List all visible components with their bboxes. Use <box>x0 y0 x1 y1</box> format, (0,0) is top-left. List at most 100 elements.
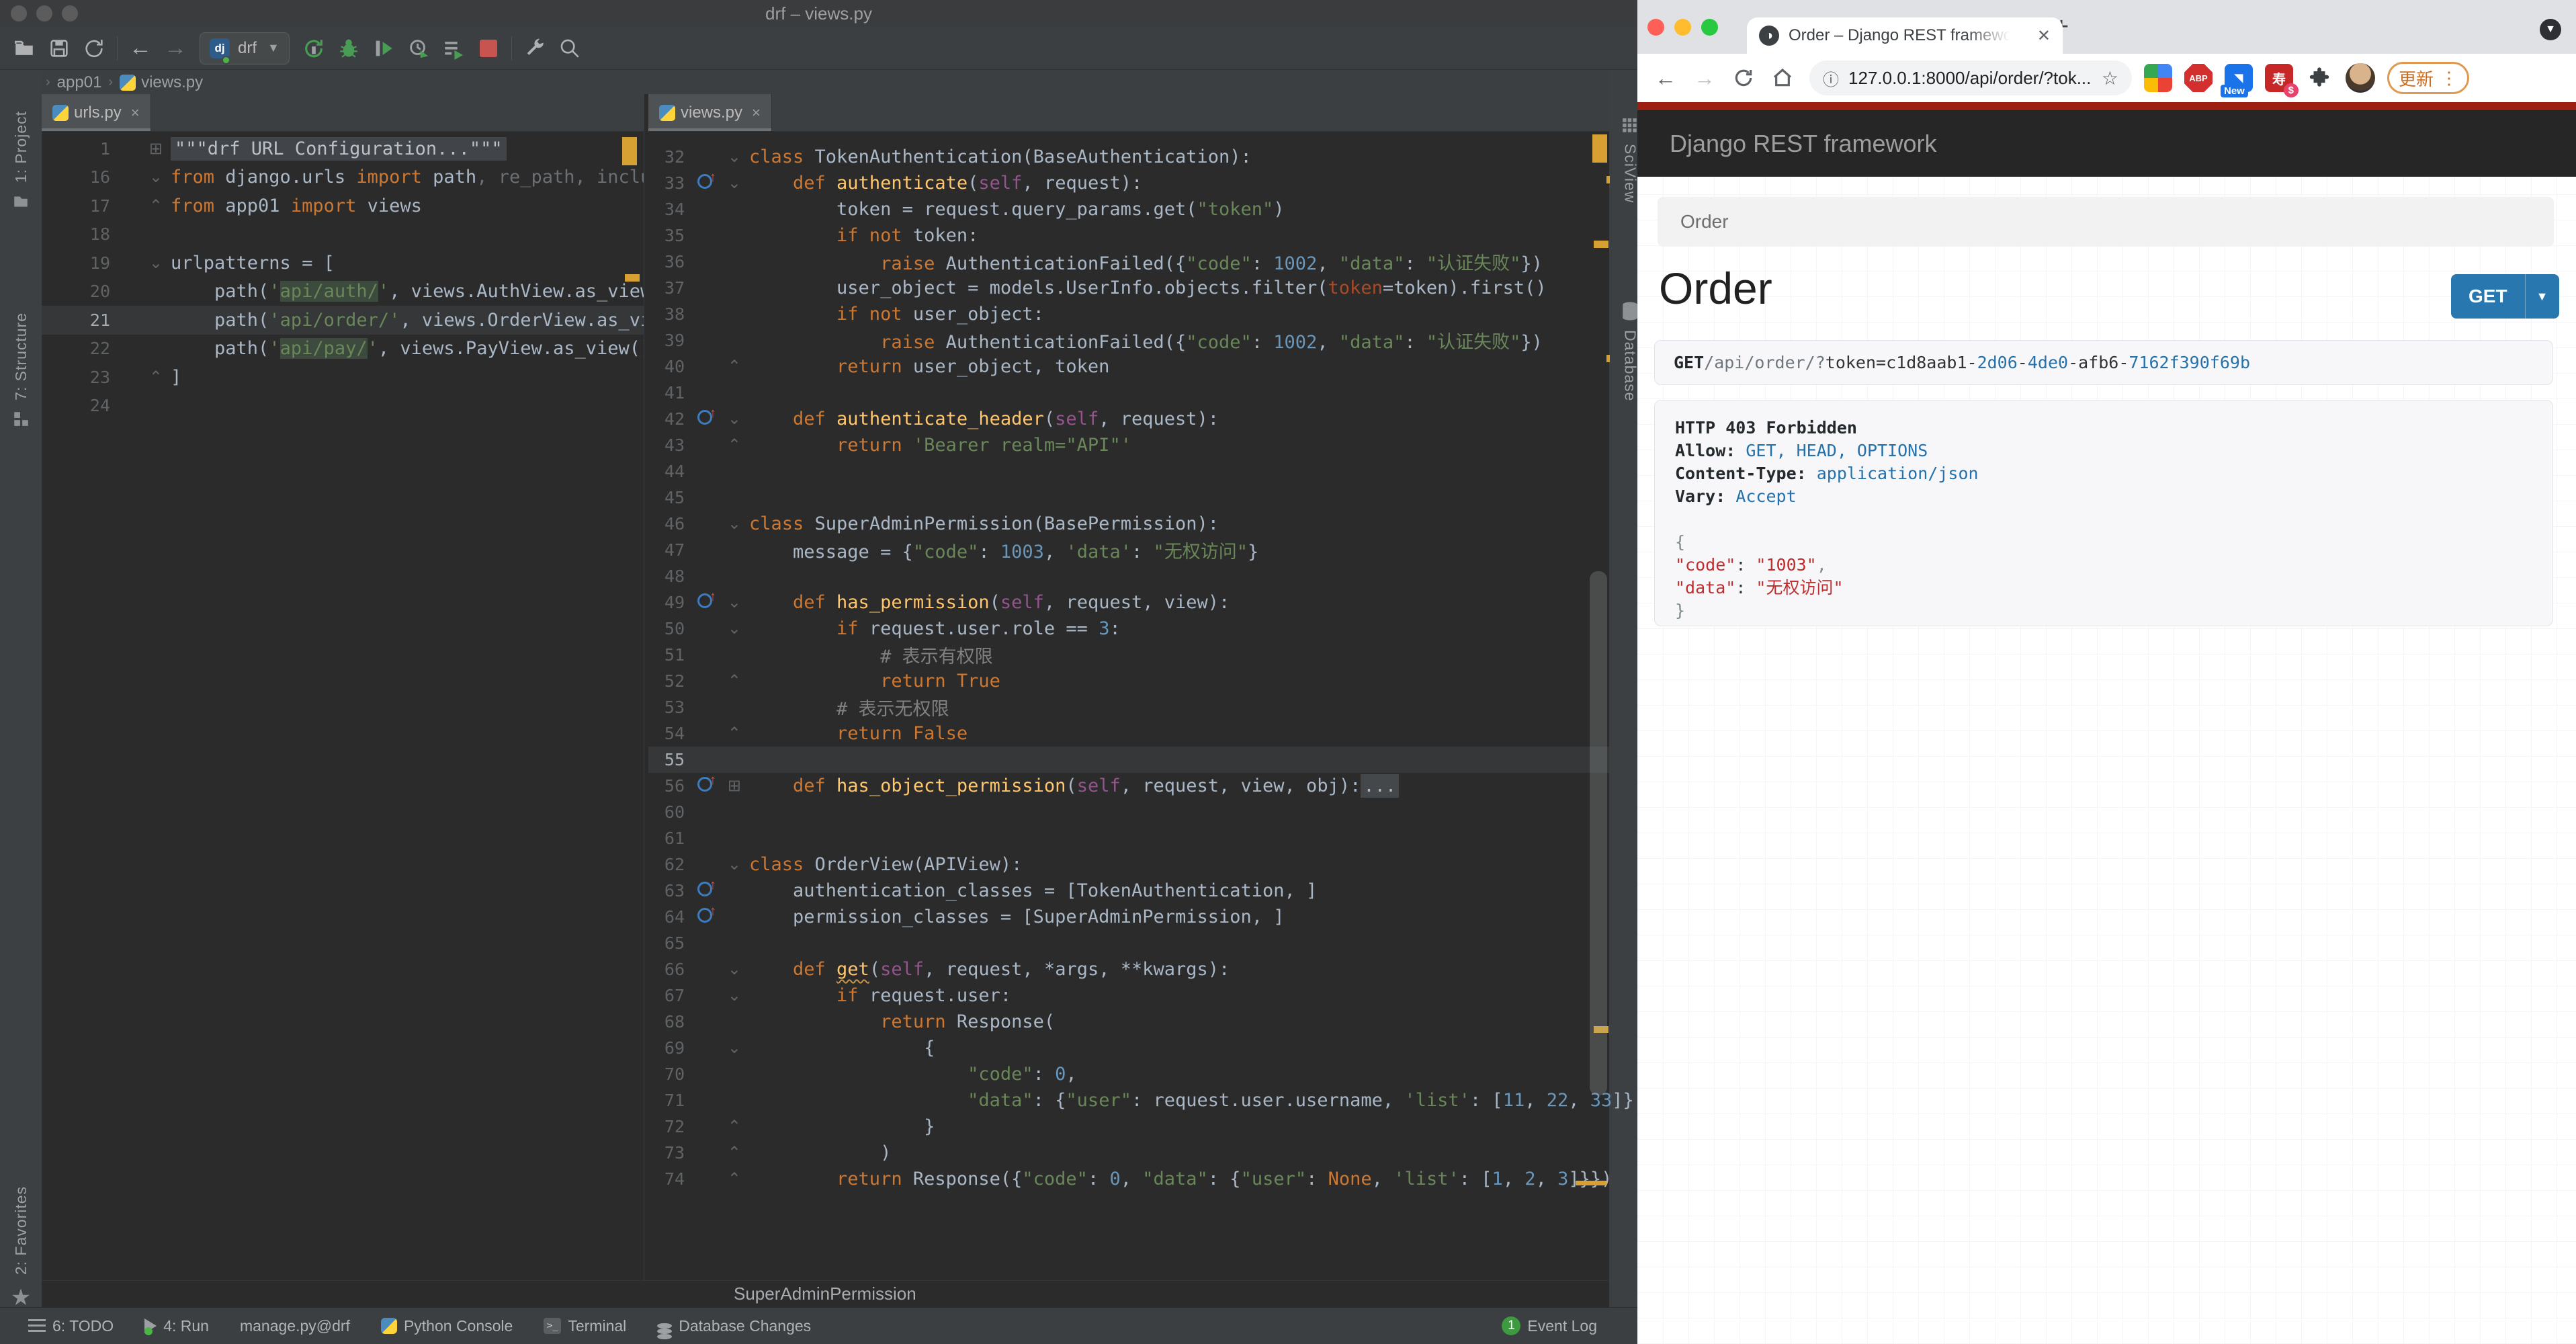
gutter[interactable]: 41 <box>648 380 749 406</box>
drf-breadcrumb-label[interactable]: Order <box>1680 211 1729 233</box>
editor-scrollbar[interactable] <box>1590 571 1607 1095</box>
tool-window-favorites[interactable]: 2: Favorites ★ <box>0 1186 42 1320</box>
fold-chev-icon[interactable]: ⌄ <box>720 147 749 167</box>
code-line-66[interactable]: 66⌄ def get(self, request, *args, **kwar… <box>648 956 1609 982</box>
fold-chev-icon[interactable]: ⌄ <box>116 167 171 187</box>
code-line-24[interactable]: 24 <box>42 392 644 421</box>
fold-chev-icon[interactable]: ⌄ <box>720 855 749 874</box>
code-line-17[interactable]: 17⌃from app01 import views <box>42 192 644 220</box>
override-method-icon[interactable]: ↑ <box>690 882 720 900</box>
gutter[interactable]: 36 <box>648 249 749 275</box>
extension-icon-bookmark[interactable]: ◥New <box>2225 64 2253 92</box>
code-line-60[interactable]: 60 <box>648 799 1609 825</box>
code-line-23[interactable]: 23⌃] <box>42 363 644 392</box>
code-text[interactable]: ] <box>171 367 181 388</box>
gutter[interactable]: 61 <box>648 825 749 851</box>
breadcrumb-class[interactable]: SuperAdminPermission <box>734 1284 916 1304</box>
code-line-32[interactable]: 32⌄class TokenAuthentication(BaseAuthent… <box>648 144 1609 170</box>
code-line-35[interactable]: 35 if not token: <box>648 222 1609 249</box>
gutter[interactable]: 17⌃ <box>42 192 171 220</box>
gutter[interactable]: 22 <box>42 335 171 364</box>
code-text[interactable]: return True <box>749 671 1000 691</box>
gutter[interactable]: 51 <box>648 642 749 668</box>
statusbar-event-log[interactable]: 1Event Log <box>1502 1316 1597 1335</box>
gutter[interactable]: 18 <box>42 220 171 249</box>
menu-dots-icon[interactable]: ⋮ <box>2440 68 2458 89</box>
bookmark-star-icon[interactable]: ☆ <box>2102 67 2118 89</box>
gutter[interactable]: 74⌃ <box>648 1166 749 1192</box>
code-line-44[interactable]: 44 <box>648 458 1609 485</box>
code-line-61[interactable]: 61 <box>648 825 1609 851</box>
code-line-50[interactable]: 50⌄ if request.user.role == 3: <box>648 616 1609 642</box>
fold-chev-icon[interactable]: ⌄ <box>720 514 749 534</box>
code-text[interactable]: if not user_object: <box>749 304 1044 325</box>
sync-icon[interactable] <box>77 32 112 65</box>
code-line-43[interactable]: 43⌃ return 'Bearer realm="API"' <box>648 432 1609 458</box>
extensions-puzzle-icon[interactable] <box>2305 64 2333 92</box>
gutter[interactable]: 1⊞ <box>42 134 171 163</box>
debug-icon[interactable] <box>331 32 366 65</box>
code-line-33[interactable]: 33↑⌄ def authenticate(self, request): <box>648 170 1609 196</box>
code-text[interactable]: from app01 import views <box>171 196 422 216</box>
override-method-icon[interactable]: ↑ <box>690 410 720 428</box>
code-text[interactable]: path('api/pay/', views.PayView.as_view()… <box>171 338 673 359</box>
run-configuration-select[interactable]: djdrf▼ <box>200 32 290 65</box>
fold-chev-icon[interactable]: ⌄ <box>720 619 749 638</box>
code-line-74[interactable]: 74⌃ return Response({"code": 0, "data": … <box>648 1166 1609 1192</box>
code-line-46[interactable]: 46⌄class SuperAdminPermission(BasePermis… <box>648 511 1609 537</box>
gutter[interactable]: 44 <box>648 458 749 485</box>
gutter[interactable]: 33↑⌄ <box>648 170 749 196</box>
extension-icon-coupon[interactable]: 寿$ <box>2265 64 2293 92</box>
extension-icon-translate[interactable] <box>2144 64 2172 92</box>
gutter[interactable]: 16⌄ <box>42 163 171 192</box>
tool-window-project[interactable]: 1: Project <box>0 111 42 219</box>
fold-plus-icon[interactable]: ⊞ <box>116 139 171 159</box>
code-text[interactable]: def authenticate_header(self, request): <box>749 409 1219 429</box>
code-text[interactable]: # 表示无权限 <box>749 694 949 720</box>
code-text[interactable]: class SuperAdminPermission(BasePermissio… <box>749 513 1219 534</box>
fold-end-icon[interactable]: ⌃ <box>720 671 749 691</box>
code-line-68[interactable]: 68 return Response( <box>648 1009 1609 1035</box>
fold-chev-icon[interactable]: ⌄ <box>720 593 749 612</box>
open-folder-icon[interactable] <box>7 32 42 65</box>
reload-button[interactable] <box>1733 67 1754 89</box>
code-line-47[interactable]: 47 message = {"code": 1003, 'data': "无权访… <box>648 537 1609 563</box>
code-text[interactable]: raise AuthenticationFailed({"code": 1002… <box>749 327 1543 353</box>
back-button[interactable]: ← <box>1655 66 1676 91</box>
url-text[interactable]: 127.0.0.1:8000/api/order/?tok... <box>1848 68 2091 89</box>
gutter[interactable]: 23⌃ <box>42 363 171 392</box>
override-method-icon[interactable]: ↑ <box>690 777 720 795</box>
code-line-52[interactable]: 52⌃ return True <box>648 668 1609 694</box>
drf-brand[interactable]: Django REST framework <box>1670 130 1936 158</box>
code-line-49[interactable]: 49↑⌄ def has_permission(self, request, v… <box>648 589 1609 616</box>
code-line-73[interactable]: 73⌃ ) <box>648 1140 1609 1166</box>
code-line-62[interactable]: 62⌄class OrderView(APIView): <box>648 851 1609 878</box>
gutter[interactable]: 53 <box>648 694 749 720</box>
statusbar-terminal[interactable]: >_Terminal <box>544 1317 626 1335</box>
tab-views-py[interactable]: views.py × <box>648 94 772 131</box>
stop-icon[interactable] <box>471 32 506 65</box>
code-text[interactable]: """drf URL Configuration...""" <box>171 138 507 159</box>
gutter[interactable]: 71 <box>648 1087 749 1114</box>
fold-chev-icon[interactable]: ⌄ <box>116 253 171 273</box>
gutter[interactable]: 43⌃ <box>648 432 749 458</box>
save-all-icon[interactable] <box>42 32 77 65</box>
gutter[interactable]: 49↑⌄ <box>648 589 749 616</box>
search-icon[interactable] <box>552 32 587 65</box>
code-text[interactable]: def has_permission(self, request, view): <box>749 592 1230 613</box>
code-text[interactable]: message = {"code": 1003, 'data': "无权访问"} <box>749 537 1258 563</box>
code-line-63[interactable]: 63↑ authentication_classes = [TokenAuthe… <box>648 878 1609 904</box>
site-info-icon[interactable]: ⓘ <box>1823 67 1839 90</box>
back-icon[interactable]: ← <box>123 32 158 65</box>
drf-breadcrumb[interactable]: Order <box>1658 197 2554 247</box>
warning-stripe-square[interactable] <box>1592 134 1607 163</box>
gutter[interactable]: 62⌄ <box>648 851 749 878</box>
code-line-41[interactable]: 41 <box>648 380 1609 406</box>
code-text[interactable]: "code": 0, <box>749 1064 1077 1085</box>
fold-end-icon[interactable]: ⌃ <box>116 368 171 387</box>
gutter[interactable]: 48 <box>648 563 749 589</box>
code-text[interactable]: if request.user: <box>749 985 1011 1006</box>
forward-button[interactable]: → <box>1694 66 1715 91</box>
profile-avatar[interactable] <box>2346 63 2375 93</box>
override-method-icon[interactable]: ↑ <box>690 174 720 192</box>
